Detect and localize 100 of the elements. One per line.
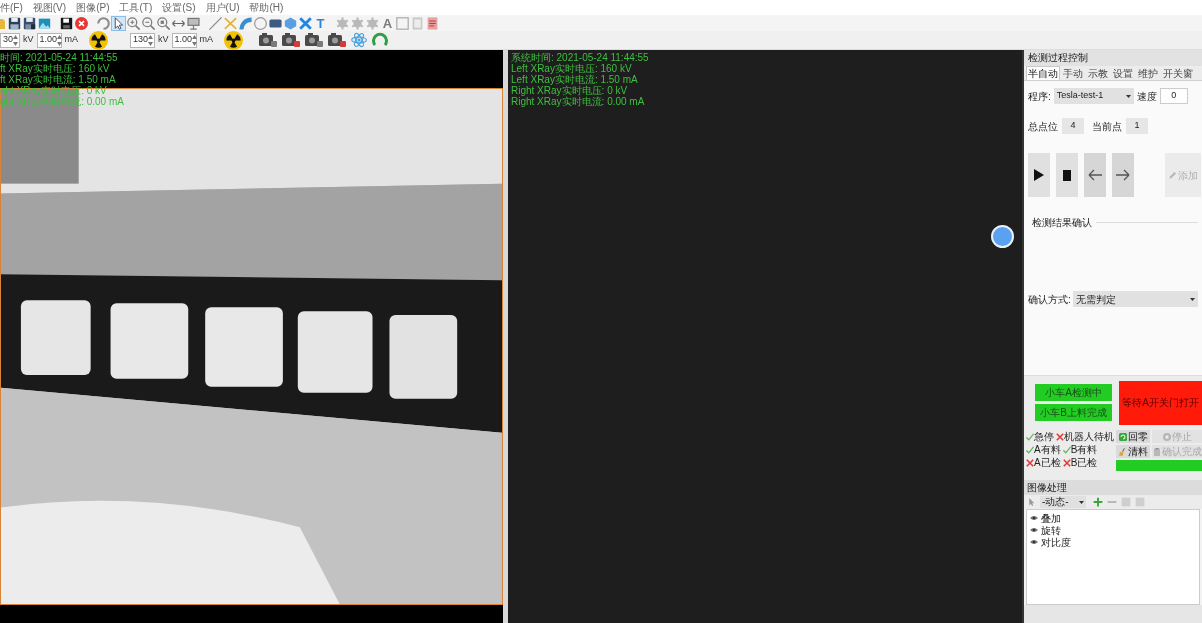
current-field[interactable]: 1.00 xyxy=(36,32,62,48)
tab[interactable]: 手动 xyxy=(1061,66,1085,80)
camera-icon[interactable] xyxy=(259,33,278,47)
camera-icon[interactable] xyxy=(282,33,301,47)
total-points-field[interactable]: 4 xyxy=(1062,118,1084,134)
play-button[interactable] xyxy=(1028,153,1050,197)
confirm-method-dropdown[interactable]: 无需判定 xyxy=(1072,291,1198,307)
status-label: B有料 xyxy=(1070,443,1098,457)
menu-item[interactable]: 图像(P) xyxy=(76,0,110,15)
menu-item[interactable]: 帮助(H) xyxy=(249,0,284,15)
unit-label: kV xyxy=(158,33,169,47)
menu-item[interactable]: 设置(S) xyxy=(162,0,196,15)
arrow-left-icon xyxy=(1088,169,1102,181)
overlay-text: Left XRay实时电流: 1.50 mA xyxy=(511,74,639,85)
previous-button[interactable] xyxy=(1084,153,1106,197)
menu-item[interactable]: 视图(V) xyxy=(32,0,67,15)
save-all-icon[interactable] xyxy=(23,16,36,30)
tab[interactable]: 半自动 xyxy=(1026,66,1060,80)
arrow-right-icon xyxy=(1116,169,1130,181)
speed-field[interactable]: 0 xyxy=(1159,88,1188,104)
voltage-field[interactable]: 30 xyxy=(0,32,20,48)
alert-panel: 等待A开关门打开 xyxy=(1119,381,1202,425)
overlay-text: Left XRay实时电压: 160 kV xyxy=(511,63,632,74)
total-points-label: 总点位 xyxy=(1028,119,1058,134)
command-button[interactable]: 回零 xyxy=(1116,430,1150,443)
line-icon[interactable] xyxy=(209,16,222,30)
zoom-out-icon[interactable] xyxy=(142,16,155,30)
text-tool-icon[interactable]: A xyxy=(381,16,394,30)
menu-item[interactable]: 用户(U) xyxy=(205,0,240,15)
close-circle-icon[interactable] xyxy=(75,16,88,30)
radiation-icon[interactable] xyxy=(89,30,108,50)
stop-button[interactable] xyxy=(1056,153,1078,197)
overlay-text: ft XRay实时电压: 160 kV xyxy=(0,63,110,74)
unit-label: mA xyxy=(64,33,78,47)
camera-icon[interactable] xyxy=(305,33,324,47)
pen-icon xyxy=(1168,171,1177,179)
current-point-label: 当前点 xyxy=(1092,119,1122,134)
status-label: 机器人待机 xyxy=(1064,430,1114,444)
zoom-icon[interactable] xyxy=(157,16,170,30)
eye-icon xyxy=(1030,526,1038,534)
broom-icon xyxy=(1118,447,1127,456)
overlay-text: 系统时间: 2021-05-24 11:44:55 xyxy=(511,52,649,63)
ring-icon[interactable] xyxy=(372,32,389,48)
plus-icon[interactable] xyxy=(1093,497,1103,507)
zoom-in-icon[interactable] xyxy=(127,16,140,30)
status-label: A有料 xyxy=(1034,443,1061,457)
status-label: 急停 xyxy=(1034,430,1054,444)
program-label: 程序: xyxy=(1028,89,1051,104)
unit-label: kV xyxy=(23,33,34,47)
caret-icon xyxy=(1079,500,1084,504)
spin-arrows-icon[interactable] xyxy=(192,34,198,46)
overlay-text: ft XRay实时电流: 1.50 mA xyxy=(0,74,117,85)
program-dropdown[interactable]: Tesla-test-1 xyxy=(1053,88,1134,104)
panel-title: 检测过程控制 xyxy=(1024,50,1202,66)
current-point-field[interactable]: 1 xyxy=(1126,118,1148,134)
tab[interactable]: 维护 xyxy=(1136,66,1160,80)
unit-label: mA xyxy=(199,33,214,47)
tab[interactable]: 设置 xyxy=(1111,66,1135,80)
x-shape-icon[interactable] xyxy=(299,16,312,30)
overlay-text: Right XRay实时电流: 0.00 mA xyxy=(511,96,646,107)
document-icon[interactable] xyxy=(426,16,439,30)
undo-icon[interactable] xyxy=(97,16,110,30)
voltage-field[interactable]: 130 xyxy=(130,32,155,48)
stop-icon xyxy=(1063,169,1071,181)
round-button[interactable] xyxy=(991,225,1014,248)
cart-status-button[interactable]: 小车A检测中 xyxy=(1035,384,1112,401)
tab[interactable]: 示教 xyxy=(1086,66,1110,80)
save-icon[interactable] xyxy=(8,16,21,30)
stop-icon xyxy=(1162,432,1171,441)
confirm-method-label: 确认方式: xyxy=(1028,292,1071,307)
atom-icon[interactable] xyxy=(351,32,368,48)
caret-icon xyxy=(1190,297,1195,301)
rectangle-icon[interactable] xyxy=(269,16,282,30)
overlay-text: Right XRay实时电压: 0 kV xyxy=(511,85,629,96)
spin-arrows-icon[interactable] xyxy=(57,34,63,46)
spin-arrows-icon[interactable] xyxy=(13,34,18,46)
radiation-icon[interactable] xyxy=(224,30,244,50)
curve-icon[interactable] xyxy=(239,16,252,30)
speed-label: 速度 xyxy=(1136,89,1157,104)
clipboard-icon xyxy=(1152,447,1161,456)
menu-item[interactable]: 件(F) xyxy=(0,0,23,15)
refresh-icon xyxy=(1118,432,1127,441)
menu-item[interactable]: 工具(T) xyxy=(119,0,153,15)
next-button[interactable] xyxy=(1112,153,1134,197)
caret-icon xyxy=(1125,94,1131,98)
monitor-icon[interactable] xyxy=(187,16,200,30)
pointer-icon[interactable] xyxy=(112,16,125,30)
status-label: B已检 xyxy=(1070,456,1098,470)
command-button[interactable]: 清料 xyxy=(1116,445,1150,458)
cart-status-button[interactable]: 小车B上料完成 xyxy=(1035,404,1112,421)
eye-icon xyxy=(1030,538,1038,546)
section-title: 图像处理 xyxy=(1024,480,1202,495)
tab[interactable]: 开关窗 xyxy=(1161,66,1195,80)
mode-dropdown[interactable]: -动态- xyxy=(1040,496,1086,508)
current-field[interactable]: 1.00 xyxy=(171,32,197,48)
section-title: 检测结果确认 xyxy=(1031,215,1092,230)
overlay-text: 时间: 2021-05-24 11:44:55 xyxy=(0,52,119,63)
spin-arrows-icon[interactable] xyxy=(148,34,154,46)
camera-icon[interactable] xyxy=(328,33,347,47)
play-icon xyxy=(1034,169,1044,181)
